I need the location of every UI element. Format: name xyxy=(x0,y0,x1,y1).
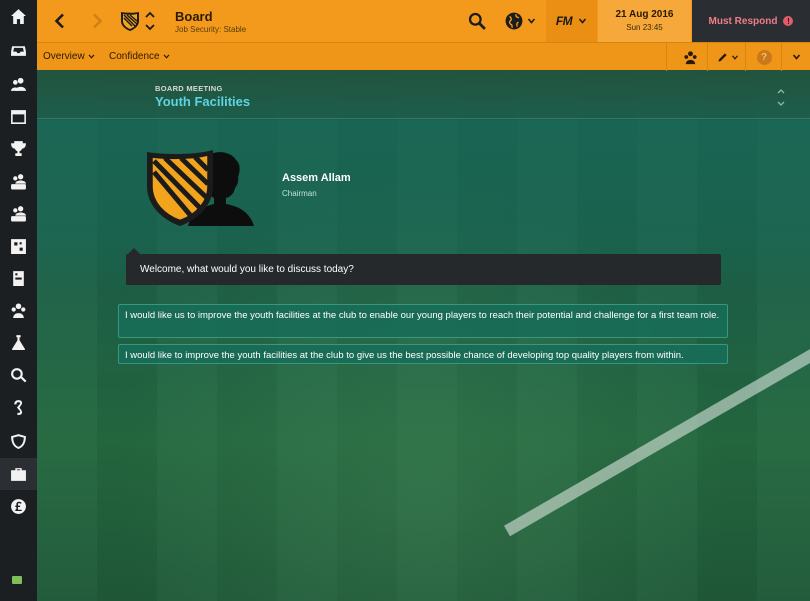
chevron-down-icon xyxy=(732,54,738,60)
sidebar-item-board[interactable] xyxy=(0,458,37,490)
header-divider xyxy=(37,118,810,119)
chairman-role: Chairman xyxy=(282,189,317,198)
page-title: Board xyxy=(175,9,213,24)
job-security-status: Job Security: Stable xyxy=(175,25,247,34)
date-display[interactable]: 21 Aug 2016 Sun 23:45 xyxy=(598,0,691,42)
tab-confidence[interactable]: Confidence xyxy=(109,51,170,62)
u23-squad-icon xyxy=(11,173,26,189)
sidebar-item-schedule[interactable] xyxy=(0,100,37,132)
chevron-down-icon xyxy=(792,54,800,60)
fm-menu-button[interactable]: FM xyxy=(546,0,597,42)
search-icon xyxy=(468,12,486,30)
tactics-icon xyxy=(11,238,26,254)
more-menu-button[interactable] xyxy=(787,48,805,66)
staff-advice-button[interactable] xyxy=(681,48,699,66)
divider xyxy=(707,43,708,71)
top-bar: Board Job Security: Stable FM 21 Aug 201… xyxy=(37,0,810,42)
training-icon xyxy=(13,270,24,286)
staff-icon xyxy=(683,50,697,64)
u18-squad-icon xyxy=(11,205,26,221)
finances-icon xyxy=(11,498,26,514)
chevron-down-icon xyxy=(163,54,170,59)
meeting-caption: BOARD MEETING xyxy=(155,84,223,93)
inbox-icon xyxy=(11,45,26,56)
forward-button[interactable] xyxy=(86,10,108,32)
search-icon xyxy=(11,367,27,382)
back-button[interactable] xyxy=(49,10,71,32)
sidebar-item-training[interactable] xyxy=(0,262,37,294)
chairman-prompt-text: Welcome, what would you like to discuss … xyxy=(140,264,354,275)
must-respond-button[interactable]: Must Respond ! xyxy=(692,0,810,42)
sidebar-item-competitions[interactable] xyxy=(0,132,37,164)
stadium-blur xyxy=(37,70,810,120)
notes-menu-button[interactable] xyxy=(715,48,741,66)
staff-icon xyxy=(11,302,26,318)
sidebar-item-tactics[interactable] xyxy=(0,230,37,262)
tab-overview-label: Overview xyxy=(43,51,85,62)
squad-icon xyxy=(11,77,26,91)
club-switcher-icon[interactable] xyxy=(144,9,156,33)
sidebar-item-squad[interactable] xyxy=(0,68,37,100)
topic-navigation-icon[interactable] xyxy=(776,86,786,110)
chevron-down-icon xyxy=(527,18,535,24)
sidebar-item-finances[interactable] xyxy=(0,490,37,522)
divider xyxy=(781,43,782,71)
chevron-down-icon xyxy=(579,18,587,24)
sidebar-item-home[interactable] xyxy=(0,0,37,32)
sidebar-item-u18[interactable] xyxy=(0,197,37,229)
sidebar-item-staff[interactable] xyxy=(0,294,37,326)
chevron-down-icon xyxy=(88,54,95,59)
trophy-icon xyxy=(11,140,26,156)
transfers-icon xyxy=(14,399,23,415)
connection-status-icon xyxy=(12,576,22,584)
current-time: Sun 23:45 xyxy=(626,23,663,32)
current-date: 21 Aug 2016 xyxy=(615,9,674,20)
response-option-2[interactable]: I would like to improve the youth facili… xyxy=(118,344,728,364)
sidebar-item-club-info[interactable] xyxy=(0,425,37,457)
search-button[interactable] xyxy=(467,11,487,31)
chairman-name: Assem Allam xyxy=(282,172,351,184)
club-crest-icon xyxy=(147,150,213,226)
globe-icon xyxy=(505,12,522,30)
alert-icon: ! xyxy=(783,16,794,26)
response-option-1[interactable]: I would like us to improve the youth fac… xyxy=(118,304,728,338)
sidebar-item-scouting[interactable] xyxy=(0,326,37,358)
meeting-title: Youth Facilities xyxy=(155,94,251,109)
pencil-icon xyxy=(718,52,727,62)
chevron-left-icon xyxy=(54,13,64,29)
help-button[interactable]: ? xyxy=(755,48,773,66)
sidebar xyxy=(0,0,37,601)
scouting-icon xyxy=(12,334,25,350)
tab-confidence-label: Confidence xyxy=(109,51,160,62)
divider xyxy=(745,43,746,71)
board-icon xyxy=(11,467,26,481)
fm-logo: FM xyxy=(555,14,573,28)
club-info-icon xyxy=(11,433,26,449)
chairman-speech-bubble: Welcome, what would you like to discuss … xyxy=(126,254,721,285)
club-crest-icon[interactable] xyxy=(120,10,140,32)
help-icon: ? xyxy=(756,49,772,65)
sidebar-item-transfers[interactable] xyxy=(0,391,37,423)
sub-navigation-bar: Overview Confidence ? xyxy=(37,42,810,71)
sidebar-item-inbox[interactable] xyxy=(0,34,37,66)
sidebar-item-u23[interactable] xyxy=(0,165,37,197)
must-respond-label: Must Respond xyxy=(708,15,778,27)
sidebar-item-search[interactable] xyxy=(0,359,37,391)
schedule-icon xyxy=(11,109,26,124)
tab-overview[interactable]: Overview xyxy=(43,51,95,62)
world-menu-button[interactable] xyxy=(503,11,537,31)
home-icon xyxy=(11,8,26,24)
chevron-right-icon xyxy=(93,13,103,29)
divider xyxy=(666,43,667,71)
